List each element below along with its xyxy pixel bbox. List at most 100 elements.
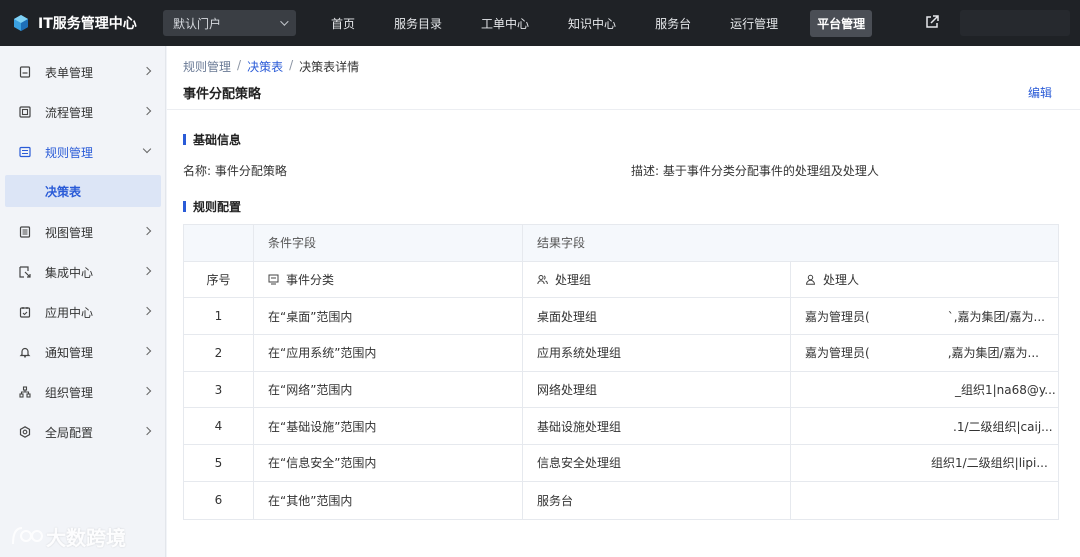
external-link-icon[interactable] [925, 15, 939, 29]
group-icon [537, 275, 548, 285]
nav-item-platform[interactable]: 平台管理 [810, 9, 873, 37]
sidebar-item-label: 通知管理 [45, 345, 94, 360]
sidebar-item-org[interactable]: 组织管理 [0, 375, 166, 409]
portal-select[interactable]: 默认门户 [163, 10, 296, 36]
sidebar-item-view[interactable]: 视图管理 [0, 215, 166, 249]
nav-item-ticket-center[interactable]: 工单中心 [474, 10, 536, 37]
breadcrumb-item[interactable]: 规则管理 [183, 58, 231, 75]
cell-person [791, 482, 1058, 519]
user-area[interactable] [960, 10, 1070, 36]
breadcrumb-separator: / [289, 58, 294, 72]
field-name-label: 名称: [183, 164, 212, 178]
cell-person: 嘉为管理员( ,嘉为集团/嘉为... [791, 335, 1058, 371]
chevron-right-icon [142, 306, 152, 316]
nav-item-operations[interactable]: 运行管理 [723, 10, 785, 37]
cell-index: 4 [184, 408, 254, 445]
sidebar-item-notification[interactable]: 通知管理 [0, 335, 166, 369]
column-group: 处理组 [523, 261, 791, 298]
sidebar-item-flow[interactable]: 流程管理 [0, 95, 166, 129]
chevron-down-icon [142, 144, 152, 154]
sidebar-item-label: 规则管理 [45, 145, 94, 160]
cell-group: 桌面处理组 [523, 298, 791, 335]
nav-item-service-desk[interactable]: 服务台 [648, 10, 698, 37]
main-nav: 首页 服务目录 工单中心 知识中心 服务台 运行管理 平台管理 [324, 0, 897, 46]
watermark-logo-icon [12, 526, 43, 544]
chevron-down-icon [280, 17, 289, 26]
table-row[interactable]: 4 在“基础设施”范围内 基础设施处理组 .1/二级组织|caij... [184, 408, 1058, 446]
chevron-right-icon [142, 106, 152, 116]
table-row[interactable]: 6 在“其他”范围内 服务台 [184, 481, 1058, 519]
table-column-header: 序号 事件分类 处理组 处理人 [184, 261, 1058, 299]
cell-person: 组织1/二级组织|lipi... [791, 445, 1058, 481]
rules-table: 条件字段 结果字段 序号 事件分类 处理组 处理人 1 在“桌面”范围内 桌面处… [183, 224, 1059, 520]
app-icon [19, 307, 31, 318]
cell-index: 6 [184, 481, 254, 519]
page-title: 事件分配策略 [183, 87, 262, 102]
main-content: 规则管理 / 决策表 / 决策表详情 事件分配策略 编辑 基础信息 名称: 事件… [167, 46, 1080, 557]
column-index: 序号 [184, 261, 254, 298]
logo-icon [14, 15, 28, 31]
cell-index: 5 [184, 445, 254, 481]
chevron-right-icon [142, 226, 152, 236]
cell-person-part: ,嘉为集团/嘉为... [947, 346, 1039, 361]
chevron-right-icon [142, 266, 152, 276]
cell-person: _组织1|na68@y... [791, 372, 1058, 408]
field-name-value: 事件分配策略 [214, 164, 287, 178]
table-row[interactable]: 5 在“信息安全”范围内 信息安全处理组 组织1/二级组织|lipi... [184, 445, 1058, 482]
watermark: 大数跨境 [10, 522, 126, 551]
top-bar: IT服务管理中心 默认门户 首页 服务目录 工单中心 知识中心 服务台 运行管理… [0, 0, 1080, 46]
sidebar-item-label: 应用中心 [45, 305, 94, 320]
section-heading-basic: 基础信息 [183, 131, 241, 148]
cell-index: 1 [184, 298, 254, 335]
view-icon [19, 226, 31, 238]
cell-person-part: _组织1|na68@y... [955, 383, 1056, 398]
edit-button[interactable]: 编辑 [1028, 84, 1052, 101]
sidebar: 表单管理 流程管理 规则管理 决策表 视图管理 集成中心 应用中心 通知管理 组… [0, 46, 166, 557]
table-row[interactable]: 2 在“应用系统”范围内 应用系统处理组 嘉为管理员( ,嘉为集团/嘉为... [184, 335, 1058, 372]
breadcrumb: 规则管理 / 决策表 / 决策表详情 [183, 58, 359, 75]
field-description-value: 基于事件分类分配事件的处理组及处理人 [662, 164, 879, 178]
portal-select-value: 默认门户 [173, 16, 222, 31]
table-group-header: 条件字段 结果字段 [184, 225, 1058, 262]
sidebar-item-label: 流程管理 [45, 105, 94, 120]
divider [167, 109, 1080, 110]
user-icon [805, 274, 816, 285]
redacted-block [869, 309, 948, 324]
column-person: 处理人 [791, 262, 1058, 298]
flow-icon [19, 106, 31, 118]
sidebar-subitem-decision-table[interactable]: 决策表 [5, 175, 161, 207]
chevron-right-icon [142, 426, 152, 436]
sidebar-item-label: 集成中心 [45, 265, 94, 280]
nav-item-knowledge-center[interactable]: 知识中心 [561, 10, 623, 37]
nav-item-home[interactable]: 首页 [324, 10, 362, 37]
cell-condition: 在“其他”范围内 [254, 481, 523, 519]
sidebar-item-label: 视图管理 [45, 225, 94, 240]
brand[interactable]: IT服务管理中心 [0, 13, 160, 33]
nav-item-service-catalog[interactable]: 服务目录 [387, 10, 449, 37]
cell-condition: 在“网络”范围内 [254, 371, 523, 408]
app-title: IT服务管理中心 [38, 16, 137, 32]
chevron-right-icon [142, 66, 152, 76]
column-person-label: 处理人 [823, 273, 860, 288]
org-icon [19, 386, 31, 398]
cell-group: 应用系统处理组 [523, 335, 791, 371]
sidebar-item-app[interactable]: 应用中心 [0, 295, 166, 329]
cell-person-part: 嘉为管理员( [805, 309, 870, 324]
cell-person-part: .1/二级组织|caij... [953, 419, 1053, 434]
bell-icon [19, 347, 31, 358]
breadcrumb-item[interactable]: 决策表 [247, 58, 283, 75]
table-row[interactable]: 3 在“网络”范围内 网络处理组 _组织1|na68@y... [184, 371, 1058, 409]
sidebar-item-form[interactable]: 表单管理 [0, 55, 166, 89]
chevron-right-icon [142, 346, 152, 356]
cell-group: 信息安全处理组 [523, 445, 791, 481]
cell-condition: 在“桌面”范围内 [254, 298, 523, 335]
integration-icon [19, 266, 31, 278]
sidebar-item-integration[interactable]: 集成中心 [0, 255, 166, 289]
redacted-block [869, 345, 948, 360]
sidebar-item-rules[interactable]: 规则管理 [0, 135, 166, 169]
cell-condition: 在“应用系统”范围内 [254, 335, 523, 371]
table-header-blank [184, 225, 254, 261]
table-row[interactable]: 1 在“桌面”范围内 桌面处理组 嘉为管理员( `,嘉为集团/嘉为... [184, 298, 1058, 336]
sidebar-item-global-settings[interactable]: 全局配置 [0, 415, 166, 449]
rules-icon [19, 146, 31, 158]
